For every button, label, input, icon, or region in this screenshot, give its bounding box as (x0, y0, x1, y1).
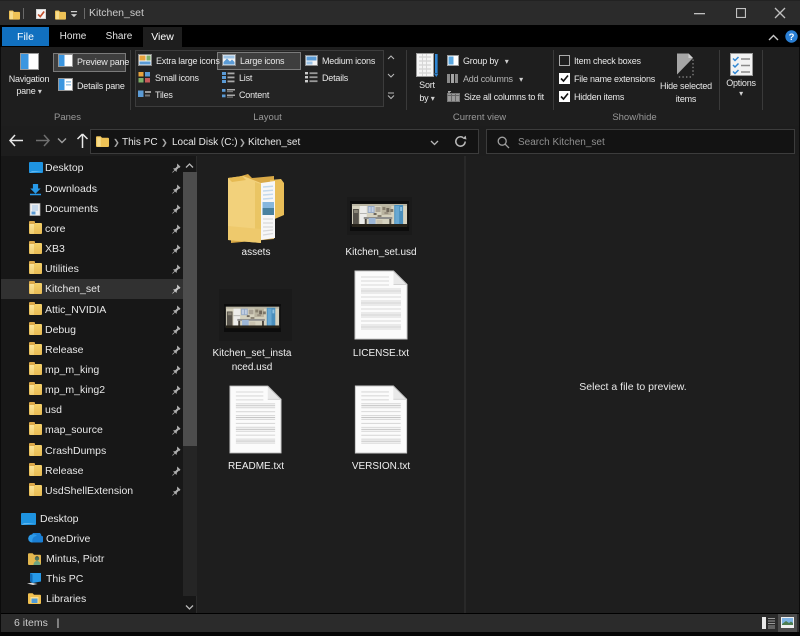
svg-text:?: ? (789, 32, 795, 43)
